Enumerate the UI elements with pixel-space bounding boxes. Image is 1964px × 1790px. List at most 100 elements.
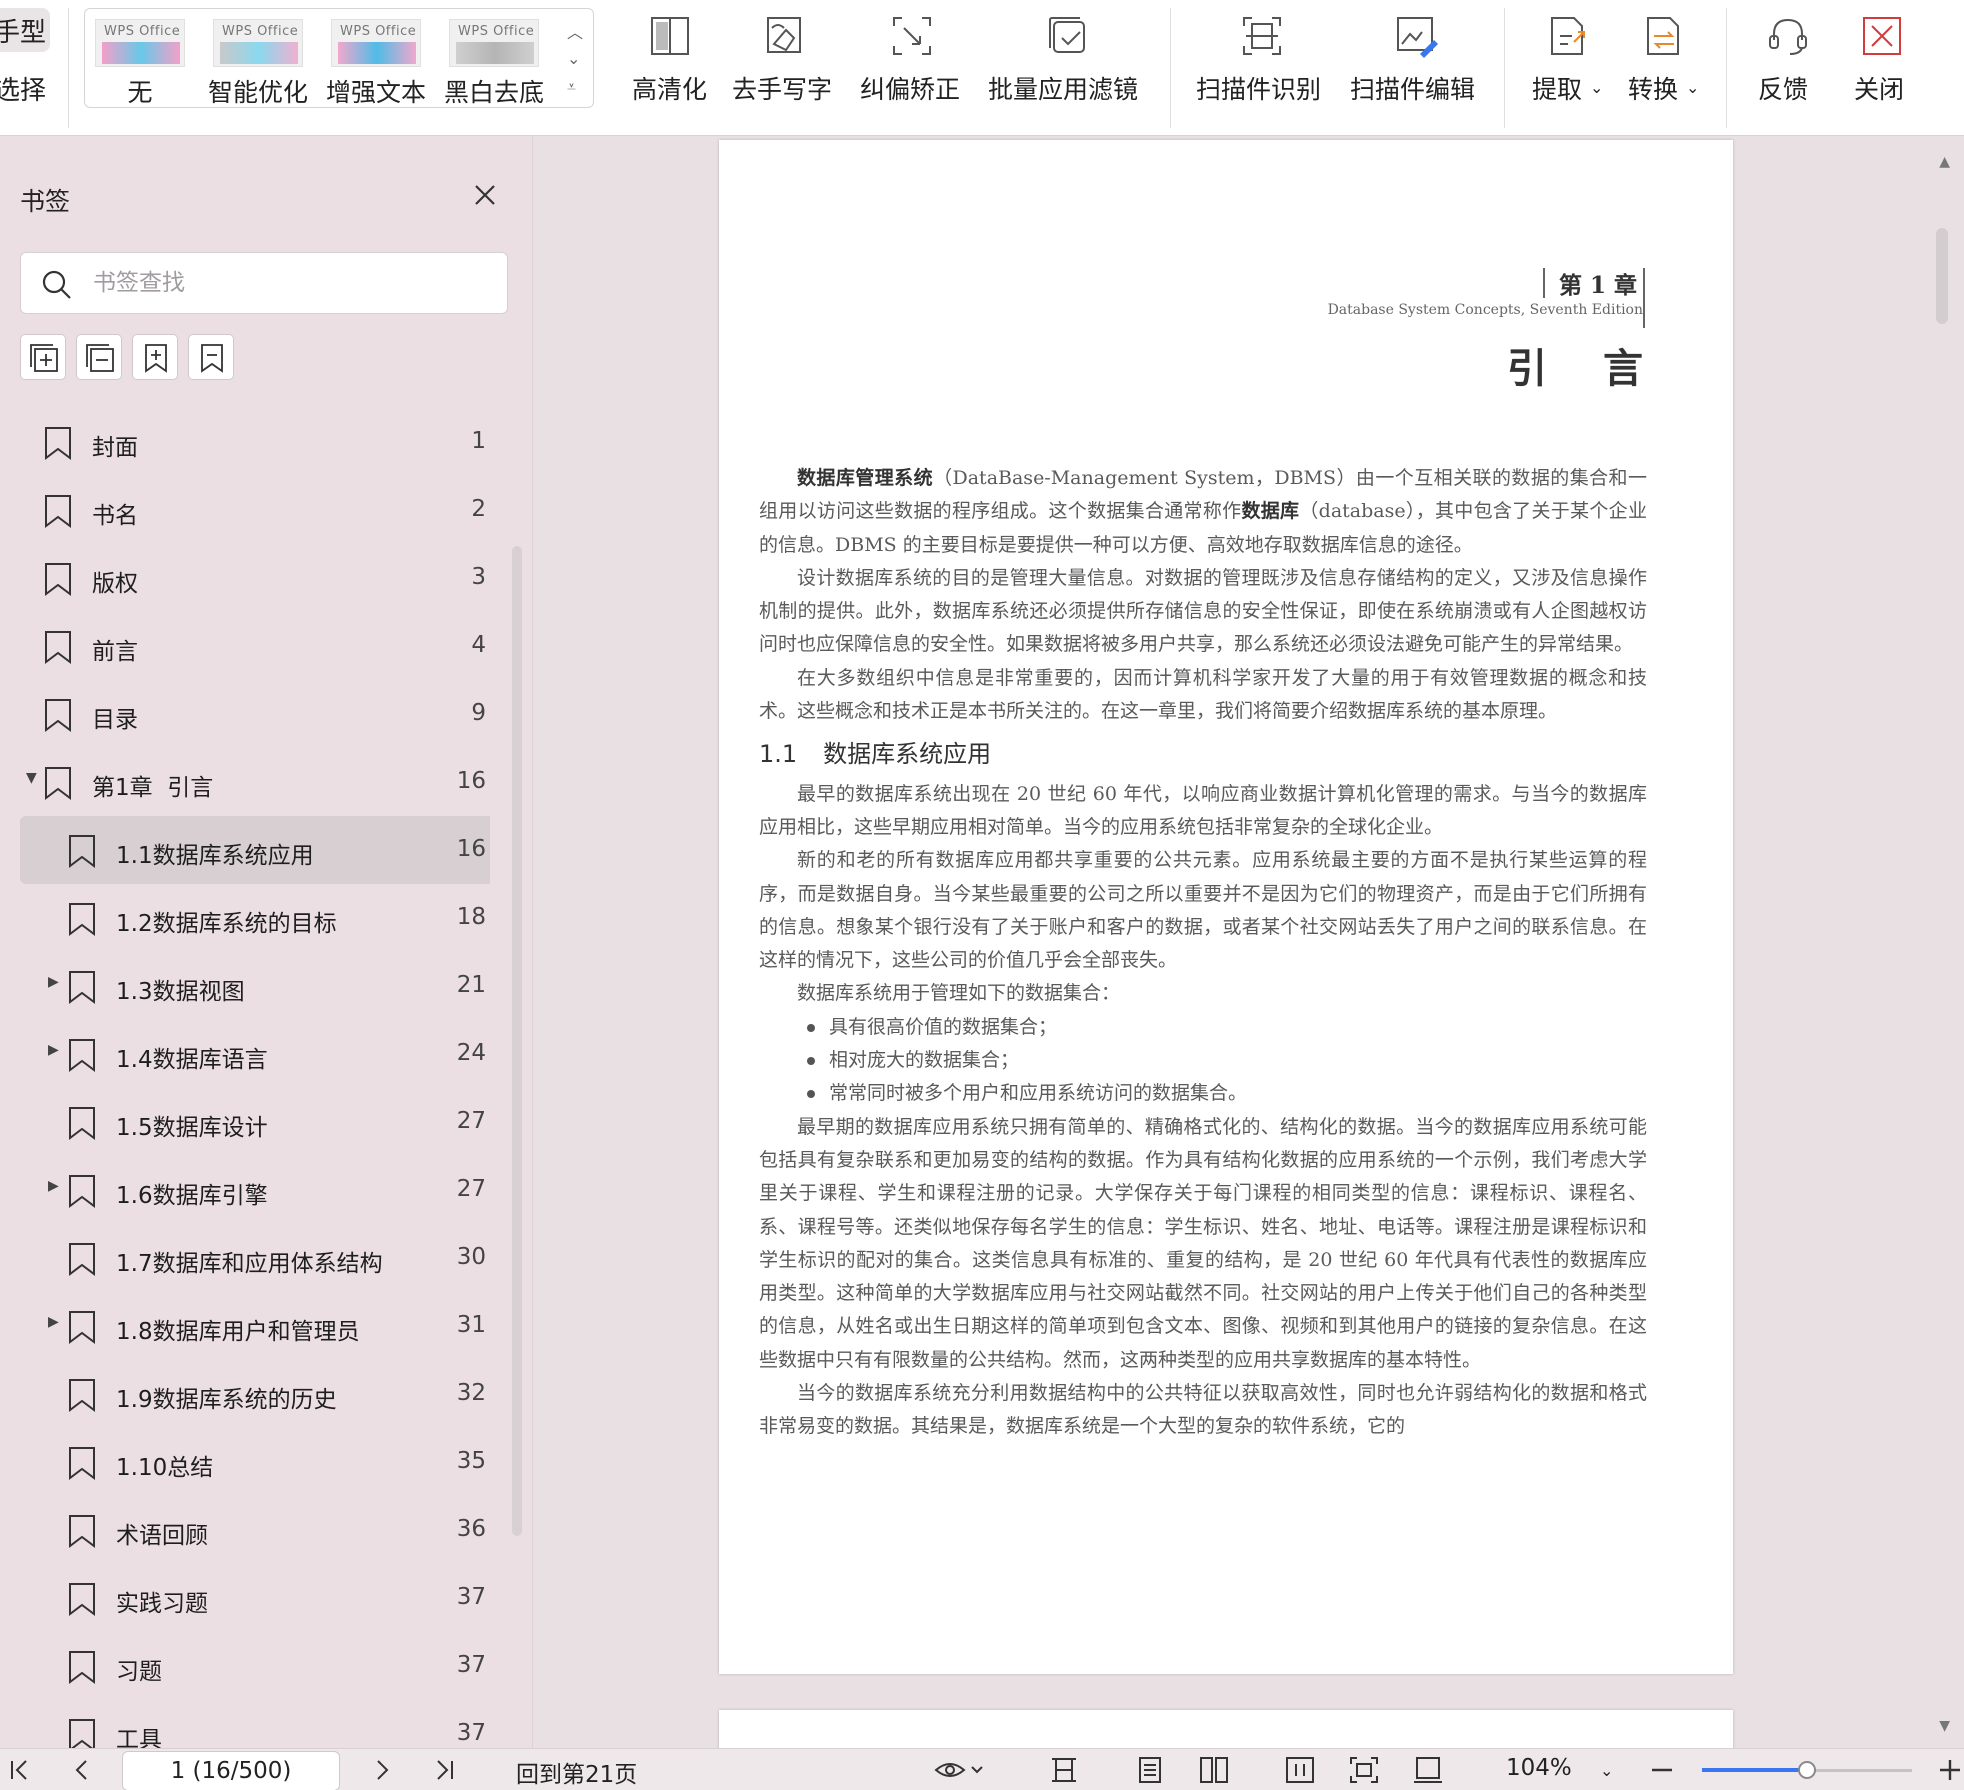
deskew-label: 纠偏矫正 (860, 75, 961, 104)
bookmark-item[interactable]: ▶ 1.8数据库用户和管理员 31 (20, 1292, 490, 1360)
bookmark-icon (69, 1651, 95, 1684)
bookmark-item[interactable]: 工具 37 (20, 1700, 490, 1748)
feedback-button[interactable]: 反馈 (1758, 8, 1818, 128)
scan-edit-button[interactable]: 扫描件编辑 (1350, 8, 1482, 128)
continuous-page-icon[interactable] (1134, 1755, 1166, 1785)
expand-all-button[interactable] (20, 334, 66, 380)
scroll-up-icon[interactable]: ▲ (1939, 154, 1950, 170)
bookmark-item[interactable]: 术语回顾 36 (20, 1496, 490, 1564)
next-page-icon[interactable] (370, 1755, 394, 1785)
fit-width-icon[interactable] (1284, 1755, 1316, 1785)
bookmark-page: 3 (471, 564, 486, 590)
bookmark-search (20, 252, 508, 314)
bookmark-item[interactable]: ▶ 1.3数据视图 21 (20, 952, 490, 1020)
bookmark-item[interactable]: 1.2数据库系统的目标 18 (20, 884, 490, 952)
bookmark-item[interactable]: 封面 1 (20, 408, 490, 476)
bookmark-item-selected[interactable]: 1.1数据库系统应用 16 (20, 816, 490, 884)
bullet-item: 具有很高价值的数据集合； (759, 1011, 1647, 1044)
bookmark-label: 1.4数据库语言 (116, 1047, 268, 1073)
bookmark-icon (69, 1243, 95, 1276)
collapsed-triangle-icon[interactable]: ▶ (48, 974, 59, 990)
extract-icon (1551, 17, 1585, 55)
bookmark-label: 1.1数据库系统应用 (116, 843, 314, 869)
scan-recognize-button[interactable]: 扫描件识别 (1196, 8, 1328, 128)
toolbar-separator (1726, 8, 1727, 128)
bookmark-item[interactable]: 目录 9 (20, 680, 490, 748)
bookmark-icon (69, 1175, 95, 1208)
hd-button[interactable]: 高清化 (628, 8, 712, 128)
remove-bookmark-button[interactable] (188, 334, 234, 380)
bookmark-item[interactable]: 1.10总结 35 (20, 1428, 490, 1496)
back-to-page-link[interactable]: 回到第21页 (516, 1755, 637, 1789)
bookmark-item-chapter-1[interactable]: ▼ 第1章 引言 16 (20, 748, 490, 816)
collapse-all-button[interactable] (76, 334, 122, 380)
hand-select-tool[interactable]: 手型 选择 (0, 0, 66, 136)
extract-button[interactable]: 提取 ⌄ (1530, 8, 1608, 128)
page-number-input[interactable]: 1 (16/500) (122, 1751, 340, 1790)
collapsed-triangle-icon[interactable]: ▶ (48, 1178, 59, 1194)
zoom-in-icon[interactable] (1936, 1755, 1964, 1785)
expanded-triangle-icon[interactable]: ▼ (26, 770, 37, 786)
bookmark-item[interactable]: 1.7数据库和应用体系结构 30 (20, 1224, 490, 1292)
bookmark-item[interactable]: 前言 4 (20, 612, 490, 680)
close-icon[interactable] (470, 180, 500, 210)
chevron-down-icon[interactable]: ⌄ (567, 49, 580, 68)
collapsed-triangle-icon[interactable]: ▶ (48, 1042, 59, 1058)
actual-size-icon[interactable] (1412, 1755, 1444, 1785)
zoom-out-icon[interactable] (1648, 1755, 1676, 1785)
document-scrollbar[interactable] (1936, 228, 1948, 324)
deskew-button[interactable]: 纠偏矫正 (860, 8, 966, 128)
section-number: 1.1 (759, 740, 798, 769)
filter-none[interactable]: WPS Office 无 (91, 19, 189, 107)
batch-filter-button[interactable]: 批量应用滤镜 (988, 8, 1148, 128)
add-bookmark-button[interactable] (132, 334, 178, 380)
filter-enhance-text[interactable]: WPS Office 增强文本 (326, 19, 426, 107)
paragraph: 最早期的数据库应用系统只拥有简单的、精确格式化的、结构化的数据。当今的数据库应用… (759, 1115, 1647, 1371)
single-page-icon[interactable] (1048, 1755, 1080, 1785)
expand-all-icon (30, 344, 58, 372)
bookmark-item[interactable]: 书名 2 (20, 476, 490, 544)
bookmark-icon (45, 699, 71, 732)
remove-handwriting-button[interactable]: 去手写字 (732, 8, 838, 128)
collapsed-triangle-icon[interactable]: ▶ (48, 1314, 59, 1330)
last-page-icon[interactable] (432, 1755, 456, 1785)
eye-icon[interactable] (934, 1755, 986, 1785)
wps-logo: WPS Office (222, 24, 299, 39)
bookmark-item[interactable]: 1.9数据库系统的历史 32 (20, 1360, 490, 1428)
bookmark-item[interactable]: 实践习题 37 (20, 1564, 490, 1632)
first-page-icon[interactable] (8, 1755, 32, 1785)
two-page-icon[interactable] (1198, 1755, 1230, 1785)
filter-none-label: 无 (127, 78, 153, 107)
scroll-down-icon[interactable]: ▼ (1939, 1718, 1950, 1734)
zoom-slider-handle[interactable] (1798, 1761, 1816, 1779)
zoom-dropdown-icon[interactable]: ⌄ (1600, 1761, 1613, 1780)
close-scan-button[interactable]: 关闭 (1852, 8, 1912, 128)
bookmark-label: 1.5数据库设计 (116, 1115, 268, 1141)
bookmark-icon (69, 1719, 95, 1748)
bookmark-page: 18 (456, 904, 486, 930)
bookmark-search-input[interactable] (93, 263, 493, 303)
expand-more-icon[interactable]: ⩡ (567, 77, 576, 97)
prev-page-icon[interactable] (70, 1755, 94, 1785)
convert-button[interactable]: 转换 ⌄ (1626, 8, 1704, 128)
filter-smart-optimize[interactable]: WPS Office 智能优化 (208, 19, 308, 107)
bookmark-item[interactable]: 习题 37 (20, 1632, 490, 1700)
fit-page-icon[interactable] (1348, 1755, 1380, 1785)
paragraph: 数据库管理系统（DataBase-Management System，DBMS）… (759, 467, 1647, 556)
bookmark-item[interactable]: ▶ 1.6数据库引擎 27 (20, 1156, 490, 1224)
chevron-up-icon[interactable]: ︿ (567, 19, 583, 43)
bookmark-item[interactable]: 版权 3 (20, 544, 490, 612)
bookmark-page: 27 (456, 1176, 486, 1202)
sidebar-scrollbar[interactable] (512, 546, 522, 1536)
bookmark-item[interactable]: 1.5数据库设计 27 (20, 1088, 490, 1156)
chapter-number: 第 1 章 (1558, 272, 1637, 299)
zoom-level[interactable]: 104% (1506, 1755, 1572, 1781)
filter-black-white[interactable]: WPS Office 黑白去底 (444, 19, 544, 107)
bookmark-item[interactable]: ▶ 1.4数据库语言 24 (20, 1020, 490, 1088)
bookmark-page: 1 (471, 428, 486, 454)
convert-icon (1647, 17, 1679, 55)
bookmark-icon (69, 1515, 95, 1548)
bookmark-icon (45, 563, 71, 596)
filter-none-thumbnail: WPS Office (95, 19, 185, 67)
page-body: 数据库管理系统（DataBase-Management System，DBMS）… (759, 462, 1647, 1444)
